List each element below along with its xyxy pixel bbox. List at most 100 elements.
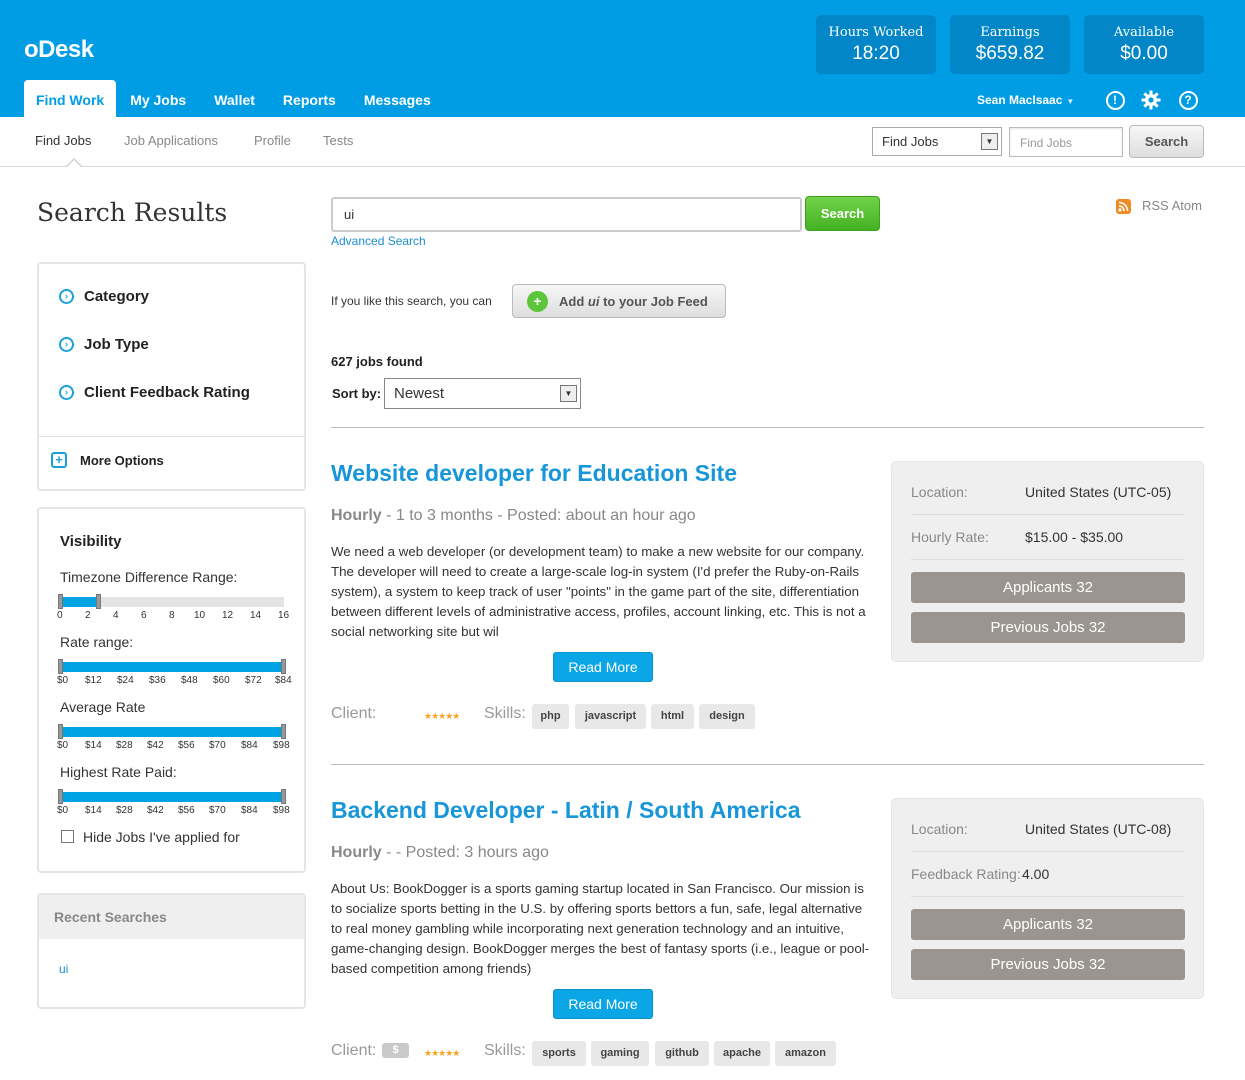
tick: 16 <box>278 610 290 621</box>
recent-search-item[interactable]: ui <box>59 962 68 976</box>
recent-searches-title: Recent Searches <box>54 909 167 925</box>
timezone-ticks: 0 2 4 6 8 10 12 14 16 <box>57 610 297 622</box>
subnav-profile[interactable]: Profile <box>254 133 291 148</box>
skill-tag[interactable]: github <box>655 1041 709 1066</box>
tick: $42 <box>147 805 164 816</box>
slider-handle[interactable] <box>281 724 286 739</box>
user-name: Sean MacIsaac <box>977 93 1063 107</box>
search-button[interactable]: Search <box>805 196 880 231</box>
slider-handle[interactable] <box>58 659 63 674</box>
highest-rate-slider[interactable] <box>58 789 286 804</box>
help-icon[interactable]: ? <box>1177 89 1199 111</box>
rate-slider[interactable] <box>58 659 286 674</box>
slider-handle[interactable] <box>58 594 63 609</box>
nav-messages[interactable]: Messages <box>350 80 445 117</box>
visibility-title: Visibility <box>60 533 122 550</box>
skill-tag[interactable]: apache <box>714 1041 770 1066</box>
chevron-right-icon: › <box>59 385 74 400</box>
slider-handle[interactable] <box>281 659 286 674</box>
subnav-tests[interactable]: Tests <box>323 133 353 148</box>
top-bar: oDesk Hours Worked 18:20 Earnings $659.8… <box>0 0 1245 117</box>
info-value: $15.00 - $35.00 <box>1025 529 1124 545</box>
read-more-button[interactable]: Read More <box>553 652 653 682</box>
tick: $48 <box>181 675 198 686</box>
rss-atom-link[interactable]: RSS Atom <box>1142 198 1202 213</box>
main-nav: Find Work My Jobs Wallet Reports Message… <box>24 80 445 117</box>
job-title-link[interactable]: Website developer for Education Site <box>331 460 737 487</box>
odesk-logo[interactable]: oDesk <box>24 36 94 64</box>
earnings-stat[interactable]: Earnings $659.82 <box>950 15 1070 74</box>
sort-value: Newest <box>394 385 445 402</box>
more-options-toggle[interactable]: + More Options <box>51 452 164 468</box>
hide-applied-checkbox[interactable] <box>61 830 74 843</box>
subnav-find-jobs[interactable]: Find Jobs <box>35 133 91 148</box>
client-rating-stars: ★★★★★ <box>424 711 460 721</box>
timezone-slider[interactable] <box>58 594 284 609</box>
nav-find-work[interactable]: Find Work <box>24 80 117 117</box>
average-rate-label: Average Rate <box>60 699 146 715</box>
stat-label: Available <box>1113 25 1175 40</box>
search-type-select[interactable]: Find Jobs ▼ <box>872 127 1002 156</box>
highest-rate-ticks: $0 $14 $28 $42 $56 $70 $84 $98 <box>57 805 297 817</box>
top-search-input[interactable]: Find Jobs <box>1009 127 1123 157</box>
skill-tag[interactable]: design <box>699 704 755 729</box>
subnav-job-applications[interactable]: Job Applications <box>124 133 218 148</box>
skills-label: Skills: <box>484 1042 526 1059</box>
stat-value: 18:20 <box>852 43 900 64</box>
filter-client-feedback[interactable]: › Client Feedback Rating <box>59 384 250 401</box>
slider-handle[interactable] <box>58 789 63 804</box>
skill-tag[interactable]: amazon <box>775 1041 836 1066</box>
slider-handle[interactable] <box>281 789 286 804</box>
rss-icon[interactable] <box>1116 199 1131 214</box>
advanced-search-link[interactable]: Advanced Search <box>331 234 426 248</box>
user-menu[interactable]: Sean MacIsaac ▼ <box>977 93 1074 107</box>
nav-reports[interactable]: Reports <box>269 80 350 117</box>
available-stat[interactable]: Available $0.00 <box>1084 15 1204 74</box>
divider <box>331 764 1204 765</box>
average-rate-slider[interactable] <box>58 724 286 739</box>
job-title-link[interactable]: Backend Developer - Latin / South Americ… <box>331 797 801 824</box>
applicants-button[interactable]: Applicants 32 <box>911 909 1185 940</box>
gear-icon[interactable] <box>1140 89 1162 111</box>
search-value: ui <box>344 207 355 222</box>
previous-jobs-button[interactable]: Previous Jobs 32 <box>911 949 1185 980</box>
filter-job-type[interactable]: › Job Type <box>59 336 149 353</box>
skill-tag[interactable]: sports <box>532 1041 586 1066</box>
tick: $98 <box>273 805 290 816</box>
chevron-down-icon: ▼ <box>560 385 577 402</box>
slider-handle[interactable] <box>96 594 101 609</box>
sort-select[interactable]: Newest ▼ <box>384 378 581 409</box>
chevron-down-icon: ▼ <box>981 133 998 150</box>
tick: $14 <box>85 805 102 816</box>
stat-value: $0.00 <box>1120 43 1168 64</box>
client-label: Client: <box>331 1042 377 1059</box>
filter-category[interactable]: › Category <box>59 288 149 305</box>
divider <box>911 514 1184 515</box>
top-search-button[interactable]: Search <box>1129 125 1204 158</box>
tick: $28 <box>116 740 133 751</box>
add-to-job-feed-button[interactable]: + Add ui to your Job Feed <box>512 284 726 318</box>
filter-label: Category <box>84 288 150 305</box>
tick: 6 <box>141 610 147 621</box>
read-more-button[interactable]: Read More <box>553 989 653 1019</box>
skill-tag[interactable]: html <box>651 704 694 729</box>
search-input[interactable]: ui <box>331 197 802 232</box>
tick: $0 <box>57 675 69 686</box>
divider <box>911 559 1184 560</box>
alert-icon[interactable]: ! <box>1104 89 1126 111</box>
slider-handle[interactable] <box>58 724 63 739</box>
tick: $14 <box>85 740 102 751</box>
stat-label: Earnings <box>980 25 1040 40</box>
tick: $84 <box>241 805 258 816</box>
tick: 2 <box>85 610 91 621</box>
skill-tag[interactable]: javascript <box>575 704 646 729</box>
applicants-button[interactable]: Applicants 32 <box>911 572 1185 603</box>
nav-my-jobs[interactable]: My Jobs <box>116 80 200 117</box>
hours-worked-stat[interactable]: Hours Worked 18:20 <box>816 15 936 74</box>
timezone-label: Timezone Difference Range: <box>60 569 238 585</box>
stat-label: Hours Worked <box>828 25 924 40</box>
skill-tag[interactable]: gaming <box>591 1041 649 1066</box>
nav-wallet[interactable]: Wallet <box>200 80 269 117</box>
previous-jobs-button[interactable]: Previous Jobs 32 <box>911 612 1185 643</box>
skill-tag[interactable]: php <box>532 704 569 729</box>
